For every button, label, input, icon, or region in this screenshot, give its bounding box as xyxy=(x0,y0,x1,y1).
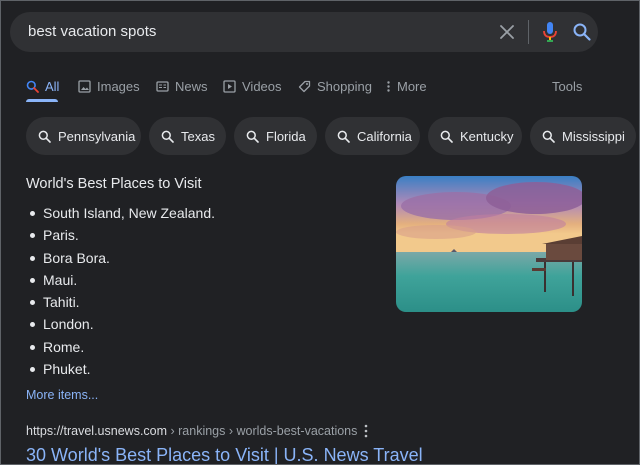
chip-label: Texas xyxy=(181,128,215,144)
chip-label: Kentucky xyxy=(460,128,514,144)
more-options-icon[interactable] xyxy=(362,423,370,439)
active-tab-indicator xyxy=(26,99,58,102)
chip-label: Mississippi xyxy=(562,128,625,144)
tab-news[interactable]: News xyxy=(156,76,208,96)
beach-sunset-photo[interactable] xyxy=(396,176,582,312)
tab-more[interactable]: More xyxy=(386,76,427,96)
chip-texas[interactable]: Texas xyxy=(149,117,226,155)
tools-button[interactable]: Tools xyxy=(552,76,582,96)
search-icon xyxy=(440,130,453,143)
news-icon xyxy=(156,80,169,92)
search-icon xyxy=(161,130,174,143)
chip-mississippi[interactable]: Mississippi xyxy=(530,117,636,155)
list-item: Phuket. xyxy=(26,358,215,380)
tab-videos[interactable]: Videos xyxy=(223,76,282,96)
more-items-link[interactable]: More items... xyxy=(26,388,98,402)
tab-label: All xyxy=(45,78,60,94)
search-icon xyxy=(26,80,39,93)
microphone-icon[interactable] xyxy=(540,21,560,43)
list-item: Tahiti. xyxy=(26,291,215,313)
image-icon xyxy=(78,79,91,93)
chip-label: Pennsylvania xyxy=(58,128,136,144)
list-item: London. xyxy=(26,313,215,335)
more-vert-icon xyxy=(387,80,390,92)
search-icon xyxy=(38,130,51,143)
list-item: Bora Bora. xyxy=(26,247,215,269)
tab-label: Videos xyxy=(242,78,282,94)
chip-kentucky[interactable]: Kentucky xyxy=(428,117,522,155)
search-icon[interactable] xyxy=(572,22,592,42)
snippet-title: World's Best Places to Visit xyxy=(26,176,202,192)
search-icon xyxy=(246,130,259,143)
result-title-link[interactable]: 30 World's Best Places to Visit | U.S. N… xyxy=(26,445,423,465)
tag-icon xyxy=(298,80,311,92)
chip-pennsylvania[interactable]: Pennsylvania xyxy=(26,117,141,155)
search-input[interactable]: best vacation spots xyxy=(28,23,156,40)
result-url[interactable]: https://travel.usnews.com › rankings › w… xyxy=(26,424,357,438)
chip-label: Florida xyxy=(266,128,306,144)
chip-florida[interactable]: Florida xyxy=(234,117,317,155)
search-box[interactable]: best vacation spots xyxy=(10,12,598,52)
list-item: Paris. xyxy=(26,224,215,246)
list-item: Maui. xyxy=(26,269,215,291)
divider xyxy=(528,20,529,44)
tab-label: News xyxy=(175,78,208,94)
list-item: Rome. xyxy=(26,336,215,358)
result-breadcrumb: › rankings › worlds-best-vacations xyxy=(167,424,358,438)
chip-california[interactable]: California xyxy=(325,117,420,155)
close-icon[interactable] xyxy=(498,23,516,41)
tab-label: Shopping xyxy=(317,78,372,94)
search-icon xyxy=(542,130,555,143)
search-icon xyxy=(337,130,350,143)
tab-label: More xyxy=(397,78,427,94)
tab-all[interactable]: All xyxy=(26,76,59,96)
tab-label: Images xyxy=(97,78,140,94)
chip-label: California xyxy=(357,128,412,144)
video-icon xyxy=(223,79,236,93)
snippet-list: South Island, New Zealand. Paris. Bora B… xyxy=(26,202,215,380)
tools-label: Tools xyxy=(552,78,583,94)
tab-images[interactable]: Images xyxy=(78,76,140,96)
tab-shopping[interactable]: Shopping xyxy=(298,76,372,96)
list-item: South Island, New Zealand. xyxy=(26,202,215,224)
result-domain: https://travel.usnews.com xyxy=(26,424,168,438)
